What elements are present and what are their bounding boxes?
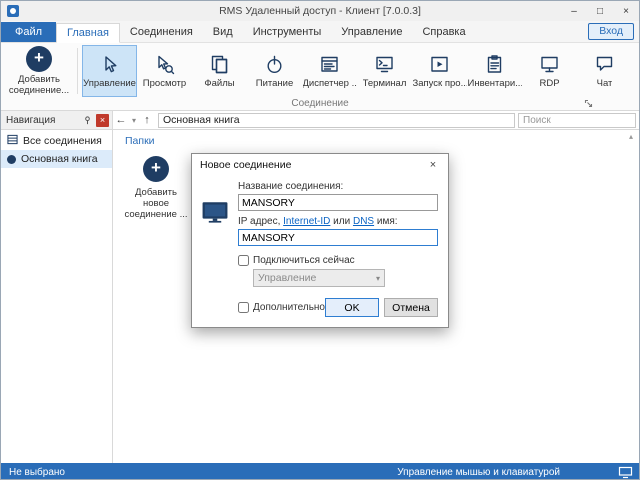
monitor-icon bbox=[202, 202, 228, 223]
sidebar-close-icon[interactable]: × bbox=[96, 113, 109, 127]
connect-now-checkbox[interactable] bbox=[238, 255, 250, 266]
ribbon-button-files[interactable]: Файлы bbox=[192, 45, 247, 97]
advanced-row: Дополнительно bbox=[238, 302, 325, 313]
rdp-monitor-icon bbox=[541, 56, 558, 73]
tab-help[interactable]: Справка bbox=[412, 22, 475, 42]
view-cursor-icon bbox=[158, 55, 175, 75]
search-input[interactable] bbox=[518, 112, 636, 128]
ribbon-tab-row: Файл Главная Соединения Вид Инструменты … bbox=[1, 21, 639, 43]
close-button[interactable]: × bbox=[613, 1, 639, 21]
ribbon-group-bar: Соединение bbox=[1, 97, 639, 111]
folders-section-label: Папки bbox=[125, 135, 155, 147]
files-icon bbox=[211, 55, 228, 74]
sidebar-item-main-book[interactable]: Основная книга bbox=[1, 150, 112, 168]
power-icon bbox=[267, 55, 282, 74]
status-mode-text: Управление мышью и клавиатурой bbox=[397, 466, 560, 478]
add-new-connection-tile[interactable]: + Добавить новое соединение ... bbox=[123, 156, 189, 220]
ribbon-button-task-manager[interactable]: Диспетчер ... bbox=[302, 45, 357, 97]
mode-select[interactable]: Управление ▾ bbox=[253, 269, 386, 287]
ribbon-button-view[interactable]: Просмотр bbox=[137, 45, 192, 97]
tab-view[interactable]: Вид bbox=[203, 22, 243, 42]
ribbon-button-rdp[interactable]: RDP bbox=[522, 45, 577, 97]
ribbon-button-run-program[interactable]: Запуск про... bbox=[412, 45, 467, 97]
dialog-button-row: Дополнительно OK Отмена bbox=[238, 298, 438, 317]
terminal-icon bbox=[376, 56, 393, 73]
ribbon-button-control[interactable]: Управление bbox=[82, 45, 137, 97]
up-arrow-icon[interactable]: ↑ bbox=[139, 112, 155, 129]
ribbon-button-chat[interactable]: Чат bbox=[577, 45, 632, 97]
dialog-body: Название соединения: IP адрес, Internet-… bbox=[192, 175, 448, 327]
dialog-close-icon[interactable]: × bbox=[418, 154, 448, 175]
ribbon-button-power[interactable]: Питание bbox=[247, 45, 302, 97]
tile-label: Добавить новое соединение ... bbox=[124, 187, 188, 220]
login-button[interactable]: Вход bbox=[588, 23, 634, 40]
scroll-up-icon[interactable]: ▴ bbox=[625, 132, 637, 141]
tab-management[interactable]: Управление bbox=[331, 22, 412, 42]
cancel-button[interactable]: Отмена bbox=[384, 298, 438, 317]
sidebar-item-all-connections[interactable]: Все соединения bbox=[1, 132, 112, 150]
breadcrumb-field[interactable] bbox=[158, 112, 515, 128]
title-bar: RMS Удаленный доступ - Клиент [7.0.0.3] … bbox=[1, 1, 639, 21]
pin-icon[interactable] bbox=[81, 114, 94, 127]
address-label: IP адрес, Internet-ID или DNS имя: bbox=[238, 216, 398, 227]
connect-now-row: Подключиться сейчас bbox=[238, 255, 438, 266]
connection-name-input[interactable] bbox=[238, 194, 438, 211]
advanced-checkbox[interactable] bbox=[238, 302, 250, 313]
sidebar-title: Навигация bbox=[6, 114, 56, 126]
ribbon: + Добавить соединение... Управление Прос… bbox=[1, 43, 639, 97]
run-program-icon bbox=[431, 56, 448, 72]
ok-button[interactable]: OK bbox=[325, 298, 379, 317]
back-arrow-icon[interactable]: ← bbox=[113, 112, 129, 129]
task-manager-icon bbox=[321, 56, 338, 72]
add-connection-label: Добавить соединение... bbox=[8, 74, 70, 96]
input-control-icon bbox=[618, 466, 633, 479]
dialog-launcher-icon[interactable] bbox=[584, 99, 594, 109]
address-row: Навигация × ← ▾ ↑ bbox=[1, 111, 639, 130]
ribbon-separator bbox=[77, 48, 78, 94]
navigation-sidebar: Все соединения Основная книга bbox=[1, 130, 113, 463]
maximize-button[interactable]: □ bbox=[587, 1, 613, 21]
tab-file[interactable]: Файл bbox=[1, 22, 57, 42]
chat-icon bbox=[596, 56, 613, 71]
window-title: RMS Удаленный доступ - Клиент [7.0.0.3] bbox=[219, 5, 421, 17]
history-chevron-icon[interactable]: ▾ bbox=[129, 112, 139, 129]
tab-connections[interactable]: Соединения bbox=[120, 22, 203, 42]
cursor-icon bbox=[105, 56, 117, 73]
sidebar-item-label: Основная книга bbox=[21, 153, 98, 165]
dns-link[interactable]: DNS bbox=[353, 216, 374, 227]
group-label-connection: Соединение bbox=[291, 98, 349, 109]
minimize-button[interactable]: – bbox=[561, 1, 587, 21]
plus-circle-icon: + bbox=[26, 46, 52, 72]
advanced-label: Дополнительно bbox=[253, 302, 325, 313]
dialog-title-bar: Новое соединение × bbox=[192, 154, 448, 175]
select-arrow-icon: ▾ bbox=[376, 273, 381, 283]
sidebar-header: Навигация × bbox=[1, 111, 113, 129]
ribbon-button-terminal[interactable]: Терминал bbox=[357, 45, 412, 97]
add-connection-button[interactable]: + Добавить соединение... bbox=[5, 45, 73, 97]
ribbon-button-inventory[interactable]: Инвентари... bbox=[467, 45, 522, 97]
sidebar-item-label: Все соединения bbox=[23, 135, 102, 147]
connect-now-label: Подключиться сейчас bbox=[253, 255, 355, 266]
address-input[interactable] bbox=[238, 229, 438, 246]
plus-circle-icon: + bbox=[143, 156, 169, 182]
address-book-icon bbox=[7, 154, 16, 164]
tab-home[interactable]: Главная bbox=[56, 23, 120, 43]
tab-tools[interactable]: Инструменты bbox=[243, 22, 332, 42]
connection-name-label: Название соединения: bbox=[238, 181, 344, 192]
new-connection-dialog: Новое соединение × Название соединения: … bbox=[191, 153, 449, 328]
status-selection-text: Не выбрано bbox=[9, 466, 65, 478]
app-window: RMS Удаленный доступ - Клиент [7.0.0.3] … bbox=[0, 0, 640, 480]
dialog-title: Новое соединение bbox=[200, 158, 292, 171]
mode-select-value: Управление bbox=[258, 272, 317, 284]
status-bar: Не выбрано Управление мышью и клавиатуро… bbox=[1, 463, 639, 479]
connections-list-icon bbox=[7, 134, 18, 148]
app-icon bbox=[7, 5, 19, 17]
internet-id-link[interactable]: Internet-ID bbox=[283, 216, 330, 227]
inventory-icon bbox=[487, 55, 502, 73]
